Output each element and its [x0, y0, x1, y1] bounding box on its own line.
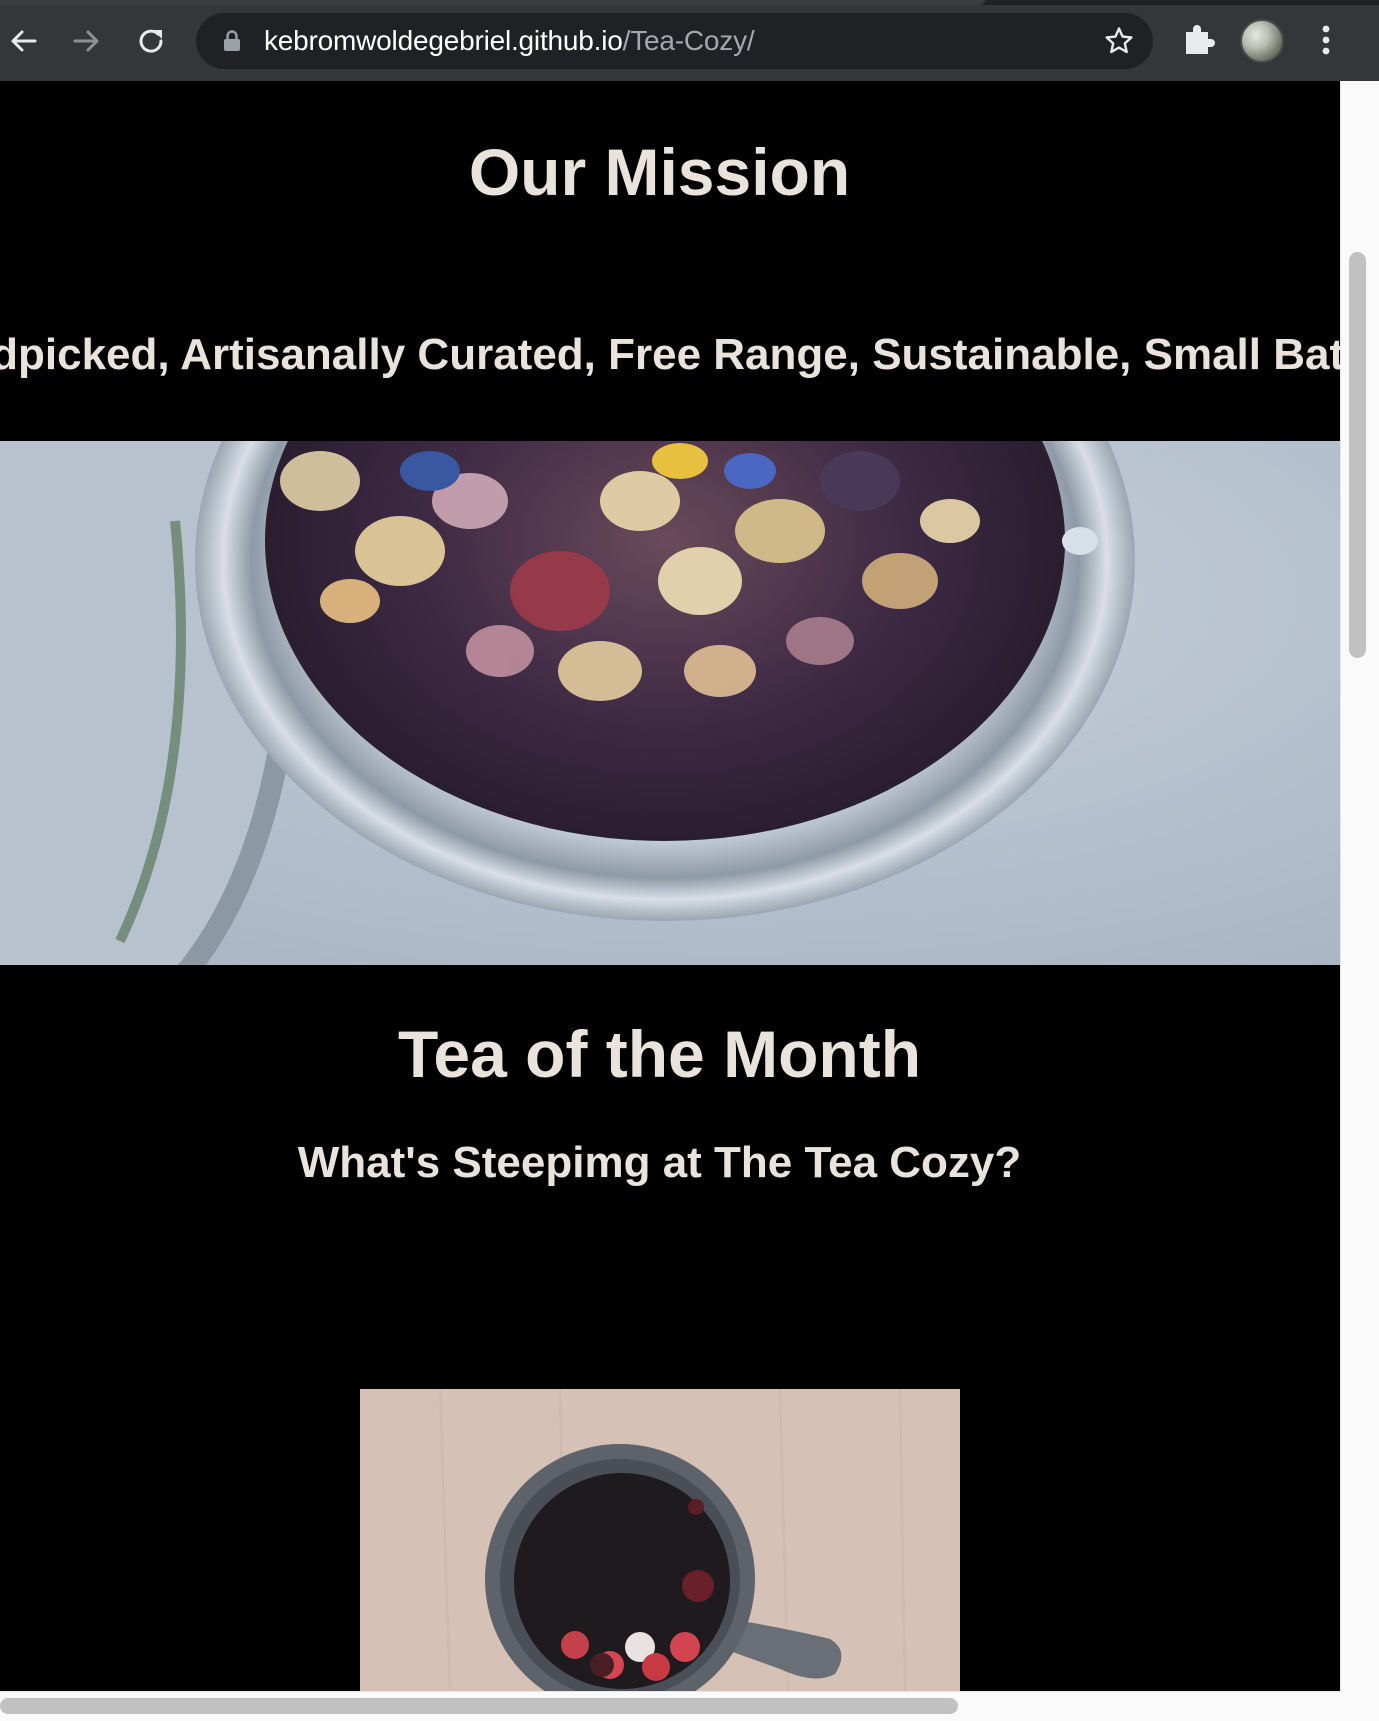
loose-leaf-tea-jar-image	[0, 441, 1340, 965]
tea-jar-illustration	[0, 441, 1340, 965]
forward-button[interactable]	[64, 18, 110, 64]
tea-of-the-month-section: Tea of the Month What's Steepimg at The …	[0, 965, 1340, 1691]
reload-button[interactable]	[129, 18, 175, 64]
active-tab-edge	[0, 0, 985, 5]
scrollbar-corner	[1340, 1691, 1379, 1721]
mission-tagline: Handpicked, Artisanally Curated, Free Ra…	[0, 330, 1340, 379]
tea-mug-image	[360, 1389, 960, 1691]
url-text[interactable]: kebromwoldegebriel.github.io/Tea-Cozy/	[264, 25, 755, 56]
tea-of-month-subtitle: What's Steepimg at The Tea Cozy?	[297, 1138, 1022, 1187]
horizontal-scrollbar-thumb[interactable]	[0, 1698, 958, 1714]
avatar[interactable]	[1240, 19, 1284, 63]
tea-mug-illustration	[360, 1389, 960, 1691]
tea-of-month-title: Tea of the Month	[397, 1017, 922, 1091]
vertical-scrollbar-thumb[interactable]	[1349, 252, 1366, 658]
back-arrow-icon	[11, 30, 37, 52]
mission-section: Our Mission Handpicked, Artisanally Cura…	[0, 81, 1340, 441]
star-icon[interactable]	[1103, 25, 1135, 57]
page-viewport: Our Mission Handpicked, Artisanally Cura…	[0, 81, 1340, 1691]
lock-icon[interactable]	[222, 30, 242, 52]
url-host: kebromwoldegebriel.github.io	[264, 25, 623, 56]
url-path: /Tea-Cozy/	[622, 25, 755, 56]
puzzle-icon[interactable]	[1178, 20, 1218, 60]
back-button[interactable]	[0, 18, 46, 64]
reload-icon	[139, 29, 163, 53]
forward-arrow-icon	[73, 30, 99, 52]
address-bar[interactable]: kebromwoldegebriel.github.io/Tea-Cozy/	[196, 13, 1153, 69]
kebab-menu-icon[interactable]	[1310, 20, 1342, 60]
mission-title: Our Mission	[468, 135, 851, 209]
browser-toolbar: kebromwoldegebriel.github.io/Tea-Cozy/	[0, 0, 1379, 81]
